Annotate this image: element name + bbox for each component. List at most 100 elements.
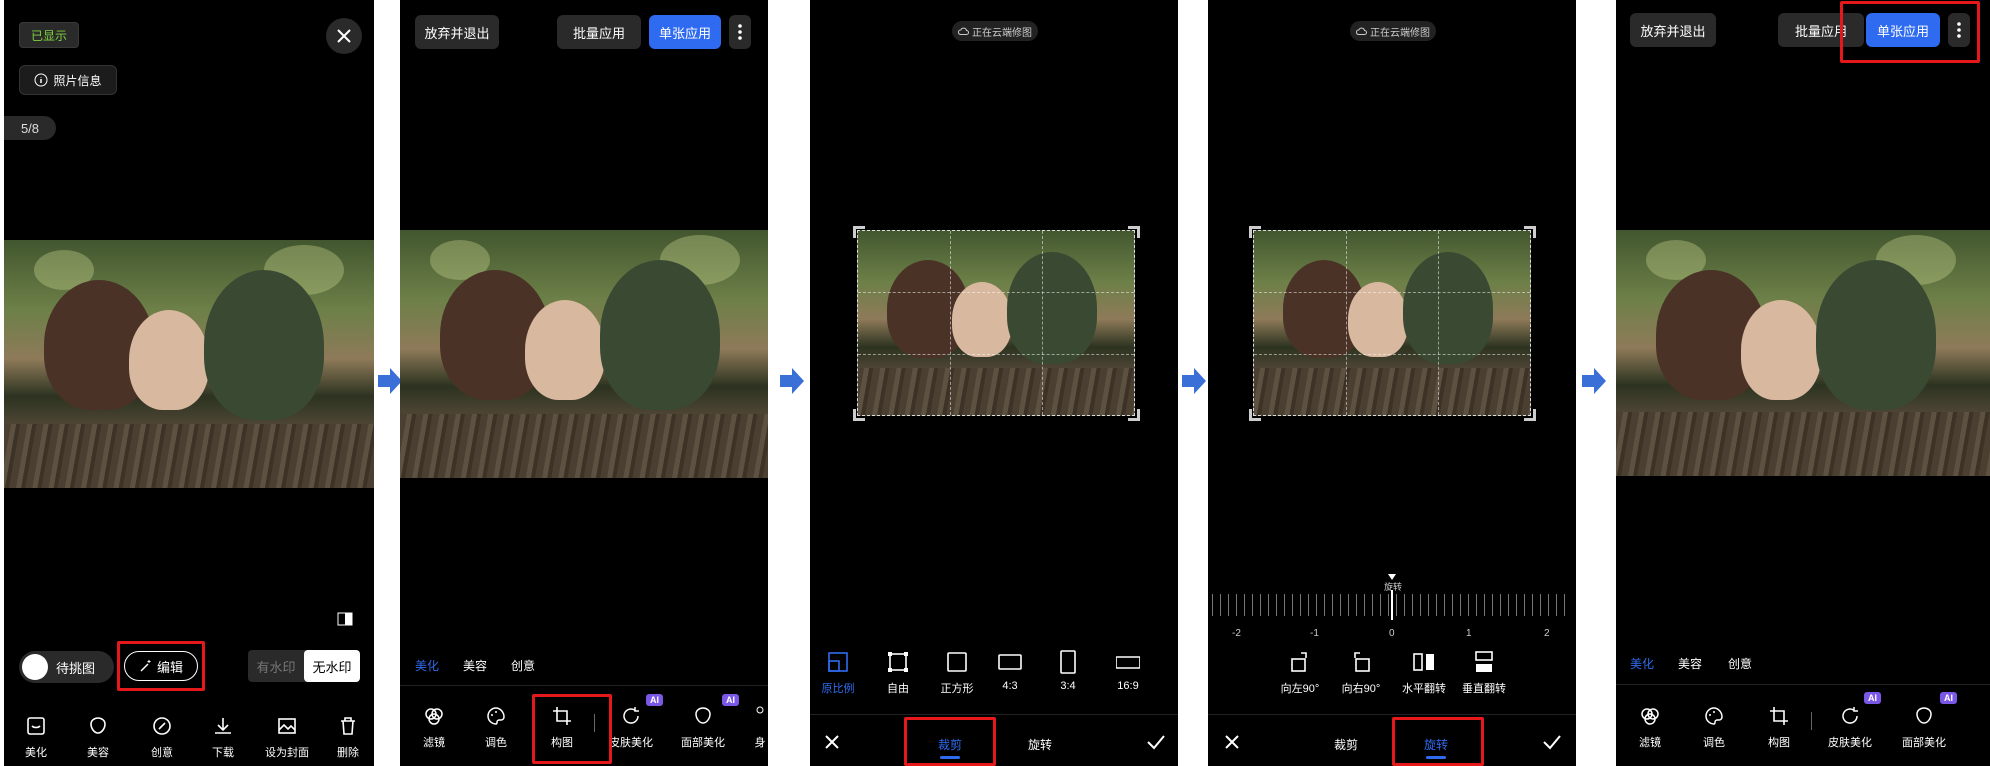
shown-badge: 已显示 <box>19 22 79 48</box>
single-label: 单张应用 <box>658 25 711 41</box>
category-makeup[interactable]: 美容 <box>1678 655 1702 672</box>
crop-handle[interactable] <box>853 409 865 421</box>
tool-label: 设为封面 <box>265 747 309 759</box>
crop-handle[interactable] <box>1249 409 1261 421</box>
trash-icon <box>341 717 355 735</box>
crop-frame[interactable] <box>857 230 1135 416</box>
tool-body[interactable]: 身 <box>752 704 768 750</box>
watermark-switch[interactable]: 有水印 无水印 <box>248 650 360 682</box>
refresh-sparkle-icon <box>1842 707 1858 724</box>
face-icon <box>1916 707 1932 724</box>
crop-handle[interactable] <box>1524 226 1536 238</box>
ratio-free[interactable]: 自由 <box>878 650 918 696</box>
tool-label: 美化 <box>25 747 47 759</box>
batch-apply-button[interactable]: 批量应用 <box>557 15 641 49</box>
tool-download[interactable]: 下载 <box>203 714 243 760</box>
tool-label: 调色 <box>1703 737 1725 749</box>
rotate-right-button[interactable]: 向右90° <box>1341 650 1381 696</box>
tool-label: 皮肤美化 <box>1828 737 1872 749</box>
flip-vertical-button[interactable]: 垂直翻转 <box>1461 650 1507 696</box>
square-icon <box>947 652 967 672</box>
single-apply-button[interactable]: 单张应用 <box>649 15 721 49</box>
face-icon <box>695 707 711 724</box>
ratio-original[interactable]: 原比例 <box>818 650 858 696</box>
tool-filter[interactable]: 滤镜 <box>414 704 454 750</box>
rotation-dial[interactable]: 旋转 -2 -1 0 1 2 <box>1208 574 1576 644</box>
dial-pointer-icon <box>1388 574 1396 580</box>
discard-label: 放弃并退出 <box>1640 23 1706 39</box>
category-creative[interactable]: 创意 <box>1728 655 1752 672</box>
tab-rotate[interactable]: 旋转 <box>1028 736 1052 753</box>
action-label: 水平翻转 <box>1402 683 1446 695</box>
pending-label: 待挑图 <box>56 660 96 676</box>
crop-handle[interactable] <box>1128 226 1140 238</box>
ratio-square[interactable]: 正方形 <box>935 650 979 696</box>
category-label: 美容 <box>1678 657 1703 671</box>
tool-color[interactable]: 调色 <box>476 704 516 750</box>
rotate-right-icon <box>1354 652 1370 672</box>
original-ratio-icon <box>828 652 848 672</box>
category-creative[interactable]: 创意 <box>511 657 535 674</box>
landscape-rect-icon <box>998 654 1022 670</box>
crop-icon <box>1770 707 1788 725</box>
crop-handle[interactable] <box>1249 226 1261 238</box>
free-ratio-icon <box>888 652 908 672</box>
tool-label: 面部美化 <box>681 737 725 749</box>
tab-crop[interactable]: 裁剪 <box>1334 736 1358 753</box>
crop-handle[interactable] <box>853 226 865 238</box>
tool-creative[interactable]: 创意 <box>142 714 182 760</box>
close-button[interactable] <box>326 18 362 54</box>
category-beautify[interactable]: 美化 <box>1630 655 1654 672</box>
watermark-on-option[interactable]: 有水印 <box>248 650 304 682</box>
close-icon[interactable] <box>824 734 840 750</box>
tool-color[interactable]: 调色 <box>1694 704 1734 750</box>
tool-set-cover[interactable]: 设为封面 <box>259 714 315 760</box>
ratio-3-4[interactable]: 3:4 <box>1048 650 1088 692</box>
tool-delete[interactable]: 删除 <box>328 714 368 760</box>
tool-beautify[interactable]: 美化 <box>16 714 56 760</box>
ratio-4-3[interactable]: 4:3 <box>990 650 1030 692</box>
check-icon[interactable] <box>1542 734 1562 750</box>
ai-badge: AI <box>646 694 663 706</box>
tool-filter[interactable]: 滤镜 <box>1630 704 1670 750</box>
compare-icon[interactable] <box>337 612 353 626</box>
watermark-off-option[interactable]: 无水印 <box>304 650 360 682</box>
divider <box>1208 714 1576 715</box>
crop-handle[interactable] <box>1524 409 1536 421</box>
batch-label: 批量应用 <box>572 25 625 41</box>
face-icon <box>90 717 106 734</box>
check-icon[interactable] <box>1146 734 1166 750</box>
beautify-icon <box>27 717 45 735</box>
discard-exit-button[interactable]: 放弃并退出 <box>1630 13 1716 47</box>
tool-compose[interactable]: 构图 <box>1759 704 1799 750</box>
dial-tick: 2 <box>1544 628 1550 639</box>
ratio-label: 3:4 <box>1060 680 1076 692</box>
tool-skin-beautify[interactable]: 皮肤美化 <box>606 704 656 750</box>
tool-makeup[interactable]: 美容 <box>78 714 118 760</box>
category-makeup[interactable]: 美容 <box>463 657 487 674</box>
more-options-button[interactable] <box>729 15 751 49</box>
dial-tick: 0 <box>1389 628 1395 639</box>
toggle-knob <box>22 654 48 680</box>
tool-skin-beautify[interactable]: 皮肤美化 <box>1822 704 1878 750</box>
tool-face-beautify[interactable]: 面部美化 <box>1896 704 1952 750</box>
flip-horizontal-button[interactable]: 水平翻转 <box>1401 650 1447 696</box>
crop-tab-highlight <box>904 717 996 766</box>
photo-info-button[interactable]: 照片信息 <box>19 65 117 95</box>
image-icon <box>278 718 296 734</box>
close-icon[interactable] <box>1224 734 1240 750</box>
pending-toggle[interactable]: 待挑图 <box>19 651 114 683</box>
ai-badge-label: AI <box>650 695 659 705</box>
ratio-16-9[interactable]: 16:9 <box>1108 650 1148 692</box>
crop-frame[interactable] <box>1253 230 1531 416</box>
discard-exit-button[interactable]: 放弃并退出 <box>415 15 499 49</box>
action-label: 垂直翻转 <box>1462 683 1506 695</box>
rotate-left-button[interactable]: 向左90° <box>1280 650 1320 696</box>
tool-label: 身 <box>754 737 766 749</box>
crop-handle[interactable] <box>1128 409 1140 421</box>
photo-counter-label: 5/8 <box>20 120 40 136</box>
tool-face-beautify[interactable]: 面部美化 <box>678 704 728 750</box>
category-label: 美化 <box>415 659 440 673</box>
ai-badge: AI <box>1940 692 1957 704</box>
category-beautify[interactable]: 美化 <box>415 657 439 674</box>
